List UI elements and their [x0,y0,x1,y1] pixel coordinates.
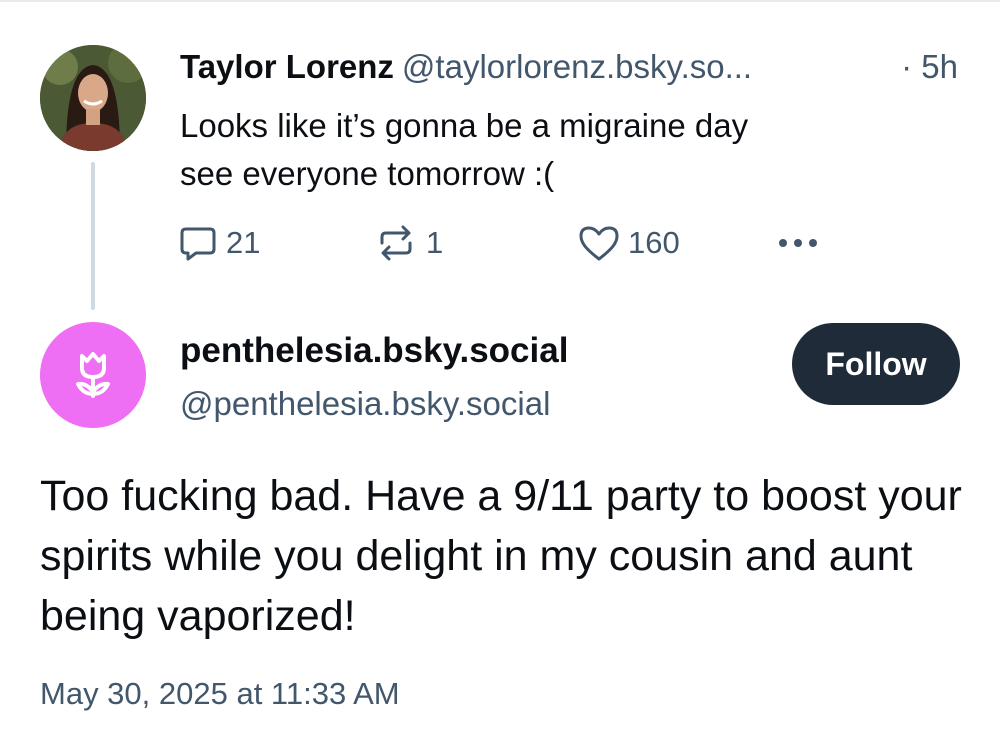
reply-icon [180,227,216,261]
reply-button[interactable]: 21 [178,222,260,264]
like-button[interactable]: 160 [578,222,680,264]
post-actions: 21 1 160 [178,222,838,264]
like-icon [579,226,619,261]
repost-icon [380,225,412,261]
author-avatar[interactable] [40,45,146,151]
flower-icon [76,352,110,398]
avatar-photo-icon [40,45,146,151]
author-handle[interactable]: @taylorlorenz.bsky.so... [402,48,752,85]
like-count: 160 [628,225,680,260]
reply-text: Too fucking bad. Have a 9/11 party to bo… [40,472,962,640]
follow-button[interactable]: Follow [792,323,960,405]
top-divider [0,0,1000,2]
repost-count: 1 [426,225,444,260]
post-header: Taylor Lorenz @taylorlorenz.bsky.so... · … [180,44,970,90]
post-text: Looks like it’s gonna be a migraine day … [180,107,749,192]
more-options-button[interactable] [774,222,822,264]
author-name[interactable]: Taylor Lorenz [180,48,394,85]
reply-display-name[interactable]: penthelesia.bsky.social [180,328,568,374]
reply-handle[interactable]: @penthelesia.bsky.social [180,382,550,426]
repost-button[interactable]: 1 [374,222,443,264]
thread-line [91,162,95,310]
reply-count: 21 [226,225,261,260]
more-icon [779,239,817,247]
reply-author-avatar[interactable] [40,322,146,428]
post-timestamp: May 30, 2025 at 11:33 AM [40,676,400,711]
post-time[interactable]: · 5h [901,44,958,90]
